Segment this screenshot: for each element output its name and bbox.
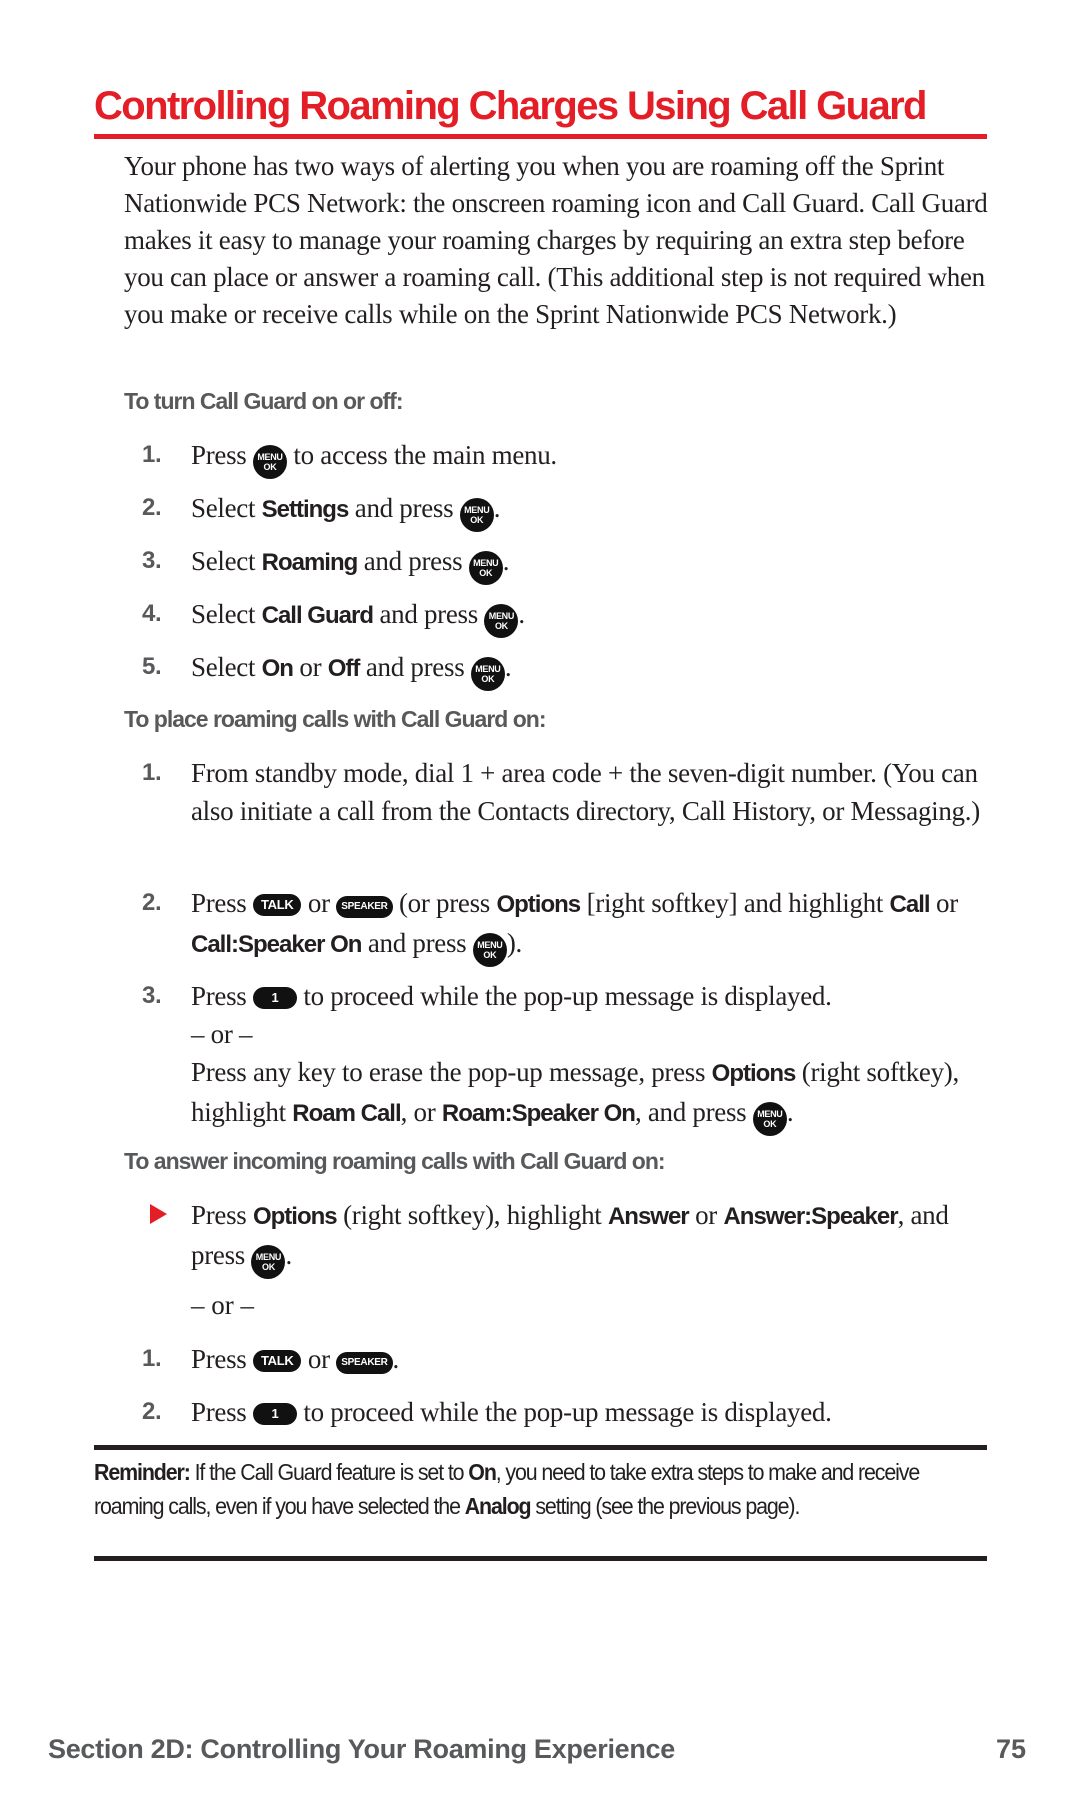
step-text: to access the main menu. [293,440,557,470]
menu-option-options: Options [711,1060,797,1087]
step-text: , and press [634,1097,747,1127]
menu-option-roam-call: Roam Call [292,1100,401,1127]
menu-option-options: Options [252,1203,338,1230]
step-text: or [307,888,330,918]
step-text: and press [363,546,463,576]
intro-paragraph: Your phone has two ways of alerting you … [124,151,988,329]
step-text: From standby mode, dial 1 + area code + … [191,758,980,826]
step-number: 3. [142,547,162,574]
reminder-on: On [468,1459,497,1485]
talk-key-icon: TALK [252,1350,302,1372]
step-number: 1. [142,759,162,786]
list-item: 1. From standby mode, dial 1 + area code… [142,754,1002,830]
or-separator: – or – [191,1290,254,1320]
step-text: to proceed while the pop-up message is d… [303,981,832,1011]
section-heading-answer-calls: To answer incoming roaming calls with Ca… [124,1148,666,1174]
triangle-bullet-icon [150,1204,167,1224]
list-item: 2. Press TALK or SPEAKER (or press Optio… [142,884,1002,967]
speaker-key-icon: SPEAKER [336,1352,393,1374]
list-item: 1. Press TALK or SPEAKER. [142,1340,1002,1378]
menu-ok-key-icon: MENU OK [752,1102,787,1136]
menu-ok-key-icon: MENU OK [459,498,494,532]
list-item: 3. Press 1 to proceed while the pop-up m… [142,977,1002,1136]
footer-section-title: Section 2D: Controlling Your Roaming Exp… [48,1734,675,1764]
step-text: and press [367,928,467,958]
reminder-note: Reminder: If the Call Guard feature is s… [94,1455,924,1523]
reminder-top-rule [94,1445,987,1450]
step-text: Press [191,1397,247,1427]
reminder-analog: Analog [464,1493,532,1519]
menu-option-on: On [261,655,294,682]
list-item: 5. Select On or Off and press MENU OK. [142,648,1002,691]
menu-option-call: Call [889,891,931,918]
list-item: 2. Press 1 to proceed while the pop-up m… [142,1393,1002,1431]
or-separator: – or – [191,1019,253,1049]
menu-ok-key-icon: MENU OK [472,933,507,967]
menu-option-answer: Answer [607,1203,690,1230]
page-title: Controlling Roaming Charges Using Call G… [94,84,927,128]
step-text: or [936,888,958,918]
section-heading-turn-on-off: To turn Call Guard on or off: [124,388,403,414]
page-number: 75 [996,1734,1027,1764]
menu-option-settings: Settings [261,496,350,523]
reminder-text: If the Call Guard feature is set to [194,1459,465,1485]
section-heading-place-calls: To place roaming calls with Call Guard o… [124,706,546,732]
title-underline [94,134,987,139]
step-text: Select [191,493,256,523]
menu-ok-key-icon: MENU OK [468,551,503,585]
step-number: 5. [142,653,162,680]
step-number: 2. [142,494,162,521]
step-text: to proceed while the pop-up message is d… [303,1397,832,1427]
step-text: , or [400,1097,436,1127]
step-text: or [299,652,322,682]
menu-ok-key-icon: MENU OK [484,604,519,638]
menu-option-roaming: Roaming [261,549,359,576]
step-text: or [695,1200,718,1230]
step-text: Press [191,1344,247,1374]
step-text: and press [354,493,454,523]
step-number: 3. [142,982,162,1009]
menu-ok-key-icon: MENU OK [251,1245,286,1279]
list-item: 4. Select Call Guard and press MENU OK. [142,595,1002,638]
step-text: Select [191,546,256,576]
talk-key-icon: TALK [252,894,302,916]
step-text: Press [191,440,247,470]
menu-option-roam-speaker-on: Roam:Speaker On [441,1100,636,1127]
step-number: 2. [142,1398,162,1425]
step-text: (or press [398,888,491,918]
menu-option-answer-speaker: Answer:Speaker [723,1203,898,1230]
one-key-icon: 1 [252,987,297,1009]
step-text: (right softkey), highlight [343,1200,602,1230]
menu-option-off: Off [327,655,361,682]
step-text: Press [191,1200,247,1230]
menu-option-options: Options [496,891,581,918]
list-item: 2. Select Settings and press MENU OK. [142,489,1002,532]
menu-ok-key-icon: MENU OK [252,445,287,479]
reminder-text: setting (see the previous page). [535,1493,800,1519]
reminder-label: Reminder: [94,1459,191,1485]
bullet-item: Press Options (right softkey), highlight… [142,1196,1002,1279]
speaker-key-icon: SPEAKER [336,896,393,918]
list-item: 3. Select Roaming and press MENU OK. [142,542,1002,585]
step-text: or [307,1344,330,1374]
reminder-bottom-rule [94,1556,987,1561]
step-number: 1. [142,1345,162,1372]
menu-option-call-guard: Call Guard [261,602,374,629]
step-text: and press [365,652,465,682]
step-number: 1. [142,441,162,468]
one-key-icon: 1 [252,1403,297,1425]
menu-ok-key-icon: MENU OK [470,657,505,691]
step-text: Select [191,599,256,629]
list-item: 1. Press MENU OK to access the main menu. [142,436,1002,479]
menu-option-call-speaker-on: Call:Speaker On [191,931,362,958]
step-text: ). [506,928,522,958]
step-text: Press any key to erase the pop-up messag… [191,1057,706,1087]
step-text: Select [191,652,256,682]
step-text: [right softkey] and highlight [586,888,884,918]
step-text: and press [379,599,478,629]
step-text: Press [191,981,247,1011]
step-number: 2. [142,889,162,916]
step-number: 4. [142,600,162,627]
step-text: Press [191,888,247,918]
